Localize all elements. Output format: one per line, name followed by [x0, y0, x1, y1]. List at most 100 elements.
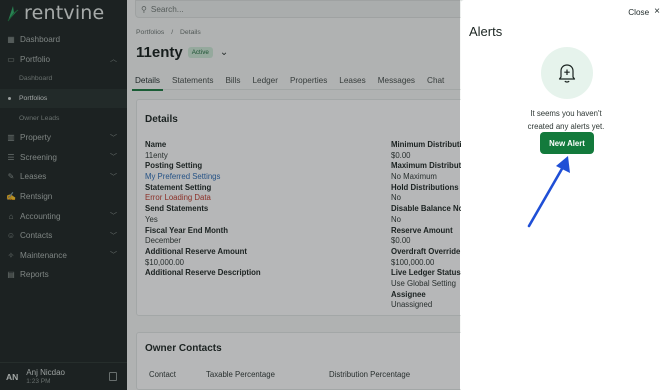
column-header: Distribution Percentage	[329, 370, 411, 379]
sidebar-subitem-label: Portfolios	[19, 95, 48, 103]
details-left-column: Name 11enty Posting Setting My Preferred…	[145, 140, 261, 279]
sidebar-subitem-label: Owner Leads	[19, 114, 60, 122]
sidebar-item-accounting[interactable]: ⌂ Accounting ﹀	[0, 206, 127, 226]
field-label: Disable Balance No	[391, 204, 464, 214]
lease-icon: ✎	[7, 172, 15, 182]
active-dot-icon	[8, 97, 11, 101]
folder-icon: ▭	[7, 54, 15, 64]
empty-state-line: It seems you haven't	[530, 109, 602, 118]
details-card-title: Details	[145, 114, 178, 125]
field-label: Posting Setting	[145, 161, 203, 171]
sidebar-item-label: Reports	[20, 270, 49, 280]
field-value: December	[145, 236, 181, 246]
field-value: Yes	[145, 214, 158, 224]
sidebar-item-label: Leases	[20, 172, 47, 182]
user-time: 1:23 PM	[26, 378, 51, 385]
field-label: Assignee	[391, 289, 426, 299]
close-button[interactable]: Close ×	[628, 7, 660, 17]
field-label: Name	[145, 140, 167, 149]
field-value: Unassigned	[391, 300, 433, 310]
tab-leases[interactable]: Leases	[339, 72, 365, 90]
bell-plus-icon	[541, 47, 593, 99]
close-icon: ×	[654, 6, 660, 17]
tab-messages[interactable]: Messages	[378, 72, 415, 90]
bank-icon: ⌂	[8, 211, 14, 221]
sign-icon: ✍	[6, 192, 16, 202]
tab-details[interactable]: Details	[131, 72, 164, 91]
tab-bills[interactable]: Bills	[225, 72, 240, 90]
logo-text: rentvine	[24, 2, 105, 24]
screening-icon: ☰	[7, 152, 15, 162]
contacts-icon: ☺	[6, 231, 16, 241]
user-info: Anj Nicdao 1:23 PM	[26, 368, 65, 385]
field-value: No	[391, 193, 401, 203]
owner-contacts-header: Contact Taxable Percentage Distribution …	[149, 370, 410, 379]
empty-state-text: It seems you haven't created any alerts …	[501, 108, 631, 133]
field-value-error: Error Loading Data	[145, 193, 211, 203]
sidebar-subitem-label: Dashboard	[19, 75, 53, 83]
field-value: $0.00	[391, 150, 411, 160]
user-profile[interactable]: AN Anj Nicdao 1:23 PM	[0, 362, 127, 390]
sidebar-item-label: Dashboard	[20, 35, 61, 45]
sidebar: rentvine ▦ Dashboard ▭ Portfolio ︿ Dashb…	[0, 0, 127, 390]
chevron-down-icon: ﹀	[110, 173, 117, 181]
tab-statements[interactable]: Statements	[172, 72, 213, 90]
logout-icon[interactable]	[109, 372, 117, 381]
field-value: No Maximum	[391, 172, 437, 182]
new-alert-button[interactable]: New Alert	[540, 132, 594, 154]
sidebar-item-maintenance[interactable]: ✧ Maintenance ﹀	[0, 246, 127, 266]
breadcrumb-portfolios[interactable]: Portfolios	[136, 29, 164, 36]
field-value: 11enty	[145, 150, 168, 160]
owner-contacts-title: Owner Contacts	[145, 343, 222, 354]
field-label: Additional Reserve Description	[145, 268, 261, 278]
sidebar-subitem-dashboard[interactable]: Dashboard	[0, 69, 127, 89]
field-value: No	[391, 214, 401, 224]
search-input[interactable]: ⚲ Search...	[135, 0, 465, 18]
tab-properties[interactable]: Properties	[290, 72, 327, 90]
tab-ledger[interactable]: Ledger	[252, 72, 278, 90]
sidebar-item-label: Rentsign	[20, 192, 53, 202]
sidebar-item-leases[interactable]: ✎ Leases ﹀	[0, 167, 127, 187]
field-label: Send Statements	[145, 204, 209, 214]
chevron-down-icon: ﹀	[110, 134, 117, 142]
close-label: Close	[628, 7, 650, 17]
sidebar-item-portfolio[interactable]: ▭ Portfolio ︿	[0, 50, 127, 70]
title-row: 11enty Active ⌄	[136, 44, 228, 61]
field-label: Reserve Amount	[391, 225, 453, 235]
wrench-icon: ✧	[7, 250, 15, 260]
breadcrumb-separator: /	[171, 29, 174, 36]
sidebar-item-screening[interactable]: ☰ Screening ﹀	[0, 148, 127, 168]
posting-setting-link[interactable]: My Preferred Settings	[145, 172, 261, 183]
sidebar-item-label: Portfolio	[20, 54, 51, 64]
sidebar-subitem-owner-leads[interactable]: Owner Leads	[0, 108, 127, 128]
field-value: Use Global Setting	[391, 278, 457, 288]
panel-title: Alerts	[469, 24, 503, 39]
field-label: Overdraft Override	[391, 246, 461, 256]
chevron-down-icon: ﹀	[110, 232, 117, 240]
page-title: 11enty	[136, 44, 183, 61]
search-icon: ⚲	[141, 4, 147, 14]
tab-chat[interactable]: Chat	[427, 72, 444, 90]
sidebar-item-reports[interactable]: ▤ Reports	[0, 265, 127, 285]
sidebar-item-property[interactable]: ▥ Property ﹀	[0, 128, 127, 148]
search-placeholder: Search...	[150, 4, 184, 14]
sidebar-item-contacts[interactable]: ☺ Contacts ﹀	[0, 226, 127, 246]
field-label: Maximum Distributi	[391, 161, 464, 171]
chevron-up-icon: ︿	[110, 56, 117, 64]
chart-icon: ▤	[7, 270, 15, 280]
field-label: Live Ledger Status	[391, 268, 461, 278]
grid-icon: ▦	[7, 35, 15, 45]
logo[interactable]: rentvine	[0, 0, 127, 26]
sidebar-item-label: Accounting	[20, 211, 61, 221]
building-icon: ▥	[7, 133, 15, 143]
breadcrumb: Portfolios / Details	[136, 29, 206, 36]
field-value: $0.00	[391, 236, 411, 246]
chevron-down-icon: ﹀	[110, 213, 117, 221]
sidebar-item-dashboard[interactable]: ▦ Dashboard	[0, 30, 127, 50]
chevron-down-icon: ﹀	[110, 154, 117, 162]
sidebar-subitem-portfolios[interactable]: Portfolios	[0, 88, 127, 109]
sidebar-item-rentsign[interactable]: ✍ Rentsign	[0, 187, 127, 207]
chevron-down-icon[interactable]: ⌄	[220, 47, 228, 58]
alerts-panel: Close × Alerts It seems you haven't crea…	[461, 0, 670, 390]
sidebar-nav: ▦ Dashboard ▭ Portfolio ︿ Dashboard Port…	[0, 30, 127, 285]
